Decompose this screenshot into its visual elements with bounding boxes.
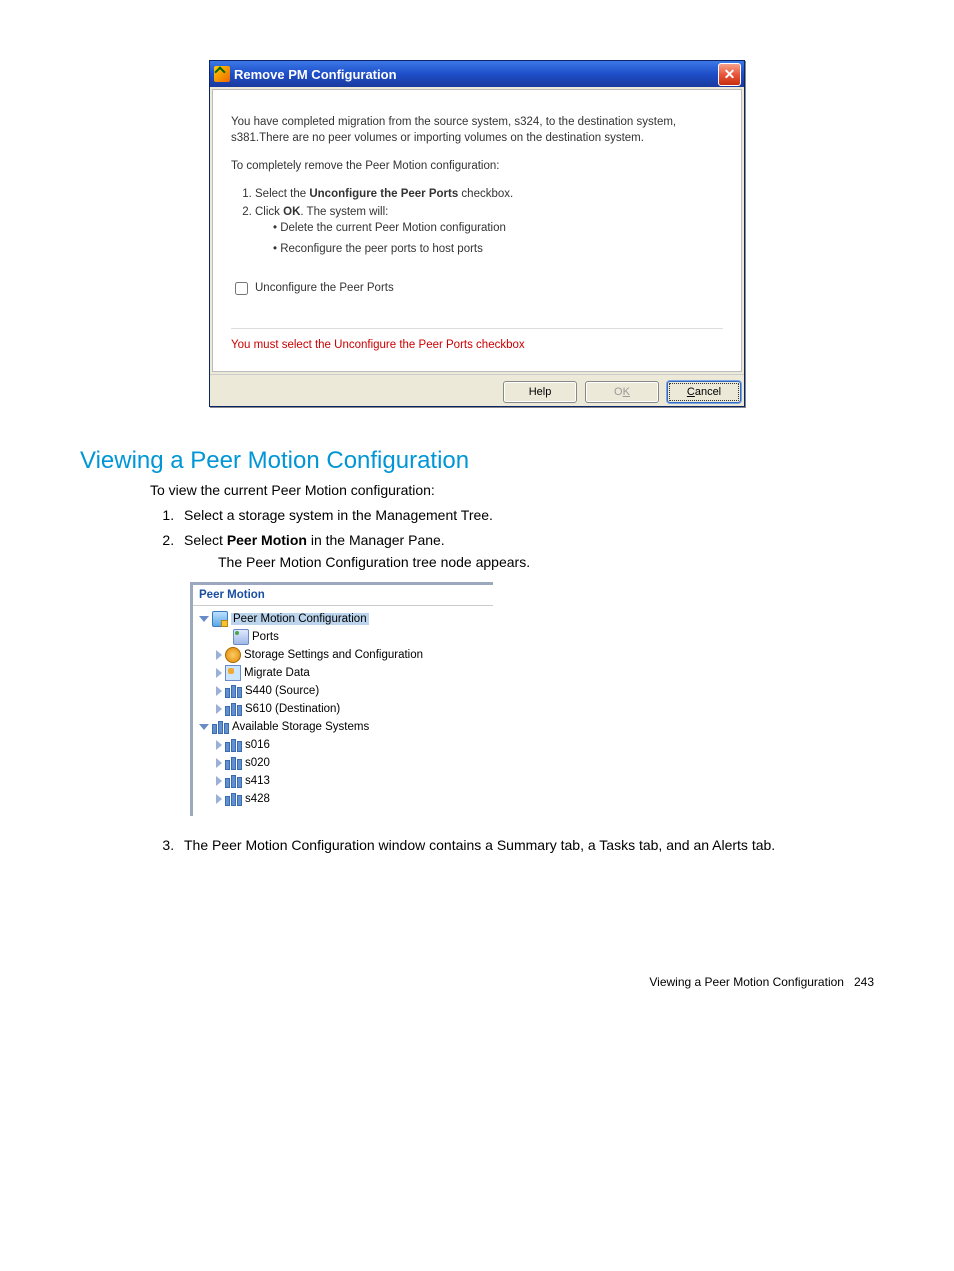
tree-label: S440 (Source) (245, 685, 319, 697)
expand-icon[interactable] (199, 724, 209, 730)
migrate-icon (225, 665, 241, 681)
tree-label: Ports (252, 631, 279, 643)
expand-icon[interactable] (199, 616, 209, 622)
dialog-bullet-1: Delete the current Peer Motion configura… (273, 220, 723, 236)
tree-root[interactable]: Peer Motion Configuration (199, 610, 487, 628)
tree-system[interactable]: s016 (199, 736, 487, 754)
system-icon (225, 685, 242, 698)
unconfigure-checkbox[interactable] (235, 282, 248, 295)
step-2-sub: The Peer Motion Configuration tree node … (218, 553, 874, 572)
tree-system[interactable]: s428 (199, 790, 487, 808)
dialog-step-1: Select the Unconfigure the Peer Ports ch… (255, 186, 723, 202)
tree-available[interactable]: Available Storage Systems (199, 718, 487, 736)
tree-system[interactable]: s020 (199, 754, 487, 772)
page-number: 243 (854, 975, 874, 989)
tree-title: Peer Motion (193, 585, 493, 606)
system-icon (212, 721, 229, 734)
expand-icon[interactable] (216, 794, 222, 804)
tree-label: Storage Settings and Configuration (244, 649, 423, 661)
ports-icon (233, 629, 249, 645)
dialog-title: Remove PM Configuration (234, 67, 397, 82)
expand-icon[interactable] (216, 776, 222, 786)
system-icon (225, 757, 242, 770)
tree-root-label: Peer Motion Configuration (231, 613, 369, 625)
help-button[interactable]: Help (503, 381, 577, 403)
intro-line: To view the current Peer Motion configur… (150, 481, 874, 500)
expand-icon[interactable] (216, 686, 222, 696)
peer-motion-tree: Peer Motion Peer Motion Configuration Po… (190, 582, 493, 816)
dialog-bullet-2: Reconfigure the peer ports to host ports (273, 241, 723, 257)
tree-migrate[interactable]: Migrate Data (199, 664, 487, 682)
system-icon (225, 775, 242, 788)
remove-pm-dialog: Remove PM Configuration ✕ You have compl… (209, 60, 745, 407)
expand-icon[interactable] (216, 758, 222, 768)
system-icon (225, 793, 242, 806)
expand-icon[interactable] (216, 650, 222, 660)
expand-icon[interactable] (216, 704, 222, 714)
app-icon (214, 66, 230, 82)
footer-title: Viewing a Peer Motion Configuration (649, 975, 844, 989)
tree-source[interactable]: S440 (Source) (199, 682, 487, 700)
step-3: The Peer Motion Configuration window con… (178, 836, 874, 855)
dialog-paragraph-1: You have completed migration from the so… (231, 114, 723, 146)
step-1: Select a storage system in the Managemen… (178, 506, 874, 525)
expand-icon[interactable] (216, 668, 222, 678)
dialog-step-2: Click OK. The system will: Delete the cu… (255, 204, 723, 256)
tree-label: S610 (Destination) (245, 703, 340, 715)
ok-button[interactable]: OK (585, 381, 659, 403)
checkbox-label: Unconfigure the Peer Ports (255, 280, 394, 296)
tree-label: s020 (245, 757, 270, 769)
tree-label: s428 (245, 793, 270, 805)
tree-label: s016 (245, 739, 270, 751)
expand-icon[interactable] (216, 740, 222, 750)
error-text: You must select the Unconfigure the Peer… (231, 328, 723, 353)
dialog-paragraph-2: To completely remove the Peer Motion con… (231, 158, 723, 174)
titlebar: Remove PM Configuration ✕ (210, 61, 744, 87)
cancel-button[interactable]: Cancel (667, 381, 741, 403)
section-heading: Viewing a Peer Motion Configuration (80, 447, 874, 475)
tree-dest[interactable]: S610 (Destination) (199, 700, 487, 718)
tree-label: Available Storage Systems (232, 721, 369, 733)
close-icon[interactable]: ✕ (718, 63, 741, 86)
system-icon (225, 739, 242, 752)
tree-label: Migrate Data (244, 667, 310, 679)
tree-label: s413 (245, 775, 270, 787)
page-footer: Viewing a Peer Motion Configuration 243 (80, 975, 874, 989)
step-2: Select Peer Motion in the Manager Pane. … (178, 531, 874, 573)
tree-storage-settings[interactable]: Storage Settings and Configuration (199, 646, 487, 664)
tree-system[interactable]: s413 (199, 772, 487, 790)
system-icon (225, 703, 242, 716)
gear-icon (225, 647, 241, 663)
tree-ports[interactable]: Ports (199, 628, 487, 646)
config-icon (212, 611, 228, 627)
